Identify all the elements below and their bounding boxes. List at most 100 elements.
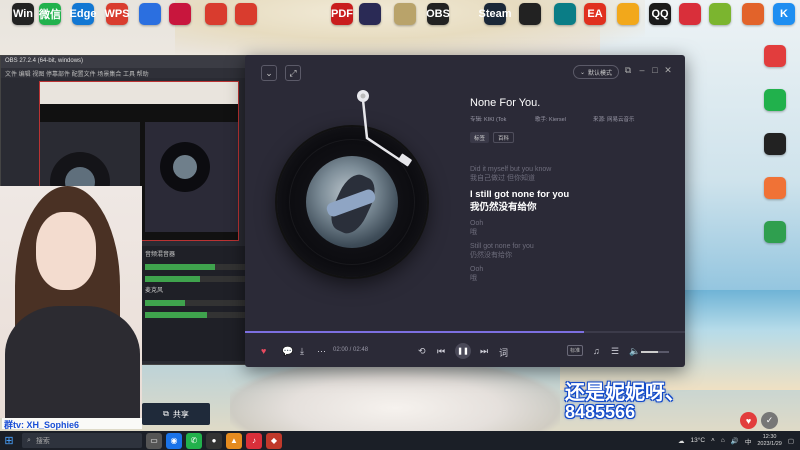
desktop-icon-image — [205, 3, 227, 25]
windows-start-icon[interactable]: ⊞ — [0, 431, 18, 450]
clock-time: 12:30 — [762, 433, 777, 440]
chevron-down-icon: ⌄ — [580, 69, 586, 76]
clock[interactable]: 12:30 2023/1/29 — [757, 434, 781, 448]
task-view-icon[interactable]: ▭ — [146, 432, 162, 449]
weather-icon: ☁ — [678, 437, 685, 445]
current-lyric-line[interactable]: I still got none for you — [470, 188, 670, 201]
next-icon[interactable]: ⏭ — [480, 346, 488, 357]
notification-icon[interactable]: ▢ — [788, 437, 794, 445]
share-label: 共享 — [172, 409, 189, 419]
lyric-gap — [470, 283, 670, 288]
volume-tray-icon[interactable]: 🔊 — [731, 437, 739, 445]
tag-button[interactable]: 标签 — [470, 132, 490, 143]
desktop-icon-image — [764, 133, 786, 155]
minimize-icon[interactable]: – — [637, 65, 647, 75]
floating-widgets: ♥ ✓ — [740, 412, 778, 429]
lyrics-panel: Did it myself but you know 我自己做过 但你知道 I st… — [470, 165, 670, 288]
previous-icon[interactable]: ⏮ — [437, 346, 445, 357]
lyric-line[interactable]: Ooh — [470, 265, 670, 274]
desktop-icon-image — [617, 3, 639, 25]
desktop-icon-image: EA — [584, 3, 606, 25]
check-widget-icon[interactable]: ✓ — [761, 412, 778, 429]
desktop-icon[interactable]: K — [764, 3, 800, 25]
singer-label[interactable]: 歌手: Kiersel — [535, 115, 566, 123]
ime-icon[interactable]: 中 — [745, 436, 752, 446]
desktop-icon-image — [554, 3, 576, 25]
pause-icon: ❚❚ — [457, 348, 469, 355]
progress-fill — [245, 331, 584, 333]
volume-fill — [641, 351, 658, 353]
obs-title: OBS 27.2.4 (64-bit, windows) — [1, 56, 249, 68]
lyric-line[interactable]: 仍然没有给你 — [470, 251, 670, 260]
desktop-icon[interactable] — [510, 3, 550, 25]
desktop-icon-image — [764, 89, 786, 111]
desktop-icon-image — [764, 221, 786, 243]
source-label[interactable]: 来源: 网易云音乐 — [593, 115, 635, 123]
obs-icon[interactable]: ● — [206, 432, 222, 449]
desktop-icon-image — [139, 3, 161, 25]
chrome-icon[interactable]: ◉ — [166, 432, 182, 449]
current-lyric-line[interactable]: 我仍然没有给你 — [470, 201, 670, 214]
desktop-icon-image — [394, 3, 416, 25]
wiki-button[interactable]: 百科 — [493, 132, 515, 143]
lyrics-icon[interactable]: 词 — [499, 346, 508, 359]
desktop-icon[interactable] — [755, 89, 795, 111]
stream-overlay-number: 8485566 — [565, 402, 636, 422]
desktop-icon-image: Edge — [70, 3, 96, 25]
desktop-icon[interactable] — [755, 133, 795, 155]
loop-icon[interactable]: ⟲ — [418, 346, 426, 357]
song-title: None For You. — [470, 97, 541, 109]
app-icon-orange[interactable]: ▲ — [226, 432, 242, 449]
lyric-line[interactable]: Did it myself but you know — [470, 165, 670, 174]
app-icon-red[interactable]: ◆ — [266, 432, 282, 449]
mini-mode-icon[interactable]: ⧉ — [623, 65, 633, 76]
collapse-button[interactable]: ⌄ — [261, 65, 277, 81]
pause-button[interactable]: ❚❚ — [455, 343, 471, 359]
music-player-window[interactable]: ⌄ ⤢ ⌄ 默认模式 ⧉ – □ ✕ None For You. 专辑: KIK… — [245, 55, 685, 367]
desktop-icon-image — [519, 3, 541, 25]
desktop-icon[interactable]: Steam — [475, 3, 515, 25]
playlist-icon[interactable]: ☰ — [611, 346, 619, 357]
mode-selector[interactable]: ⌄ 默认模式 — [573, 65, 620, 79]
lyric-line[interactable]: Still got none for you — [470, 242, 670, 251]
album-label[interactable]: 专辑: KIKI (Tok — [470, 115, 506, 123]
desktop-icon[interactable] — [226, 3, 266, 25]
wechat-icon[interactable]: ✆ — [186, 432, 202, 449]
desktop-icon[interactable] — [755, 45, 795, 67]
quality-selector[interactable]: 标准 — [567, 345, 584, 356]
sound-effect-icon[interactable]: ♫ — [593, 346, 600, 356]
desktop-icon-image — [679, 3, 701, 25]
progress-bar[interactable] — [245, 331, 685, 333]
comment-icon[interactable]: 💬 — [282, 346, 293, 357]
volume-icon[interactable]: 🔈 — [629, 346, 640, 357]
volume-slider[interactable] — [641, 351, 669, 353]
quality-label: 标准 — [570, 348, 581, 354]
player-top-bar: ⌄ ⤢ ⌄ 默认模式 ⧉ – □ ✕ — [245, 55, 685, 89]
like-heart-icon[interactable]: ♥ — [261, 346, 266, 356]
close-icon[interactable]: ✕ — [663, 65, 673, 76]
network-icon[interactable]: ⌂ — [721, 437, 725, 444]
desktop-icon[interactable] — [350, 3, 390, 25]
desktop-icon[interactable] — [160, 3, 200, 25]
taskbar-search[interactable]: ⌕ 搜索 — [22, 433, 142, 448]
lyric-line[interactable]: 哦 — [470, 228, 670, 237]
lyric-line[interactable]: Ooh — [470, 219, 670, 228]
webcam-name-label: 群tv: XH_Sophie6 — [2, 418, 142, 430]
desktop-icon[interactable] — [755, 221, 795, 243]
lyric-line[interactable]: 我自己做过 但你知道 — [470, 174, 670, 183]
temperature: 13°C — [690, 437, 706, 444]
more-icon[interactable]: ⋯ — [317, 346, 326, 357]
lyric-line[interactable]: 哦 — [470, 274, 670, 283]
taskbar: ⊞ ⌕ 搜索 ▭ ◉ ✆ ● ▲ ♪ ◆ ☁ 13°C ˄ ⌂ 🔊 中 12:3… — [0, 431, 800, 450]
fullscreen-button[interactable]: ⤢ — [285, 65, 301, 81]
desktop-icon[interactable]: OBS — [418, 3, 458, 25]
maximize-icon[interactable]: □ — [650, 65, 660, 75]
desktop-icon-image: QQ — [649, 3, 671, 25]
tray-chevron-icon[interactable]: ˄ — [711, 437, 715, 444]
share-icon: ⧉ — [163, 409, 169, 418]
share-button[interactable]: ⧉ 共享 — [142, 403, 210, 425]
desktop-icon[interactable] — [755, 177, 795, 199]
heart-widget-icon[interactable]: ♥ — [740, 412, 757, 429]
download-icon[interactable]: ⤓ — [300, 346, 304, 357]
netease-music-icon[interactable]: ♪ — [246, 432, 262, 449]
